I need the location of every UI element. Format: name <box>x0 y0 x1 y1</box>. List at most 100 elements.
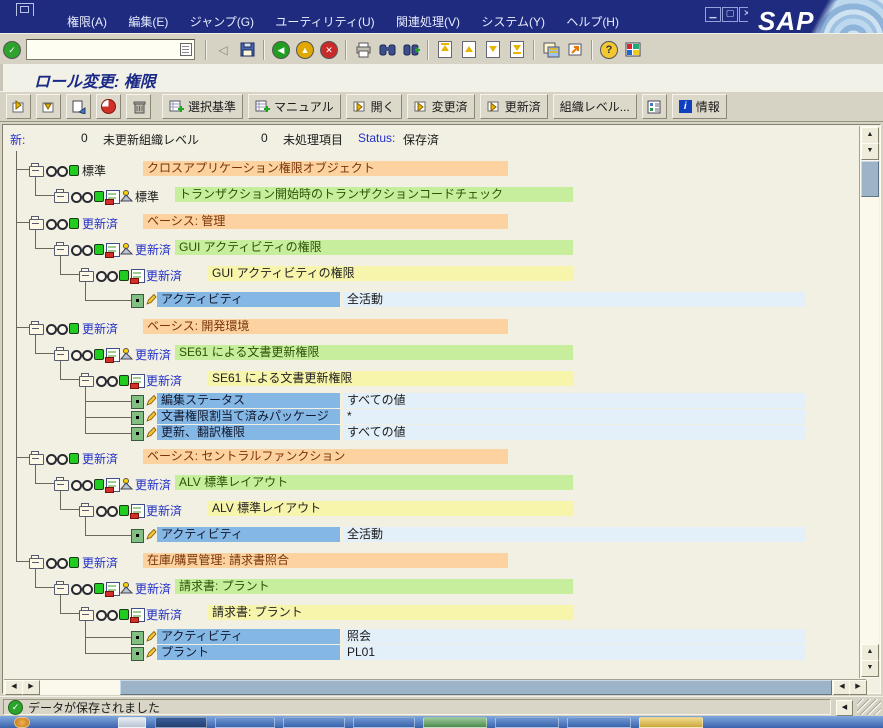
next-page-icon[interactable] <box>482 39 504 61</box>
edit-pencil-icon[interactable] <box>145 394 157 410</box>
scroll-left-icon[interactable]: ◀ <box>5 680 23 695</box>
selection-criteria-button[interactable]: 選択基準 <box>162 94 243 119</box>
scroll-right-icon[interactable]: ▶ <box>22 680 40 695</box>
delete-button[interactable] <box>126 94 151 119</box>
scroll-up-icon[interactable]: ▲ <box>861 644 879 661</box>
folder-icon[interactable] <box>54 584 69 595</box>
horizontal-scrollbar[interactable]: ◀ ▶ ◀ ▶ <box>4 679 866 695</box>
last-page-icon[interactable] <box>506 39 528 61</box>
folder-icon[interactable] <box>54 245 69 256</box>
scroll-down-icon[interactable]: ▼ <box>861 660 879 677</box>
status-legend-icon[interactable] <box>96 94 121 119</box>
edit-pencil-icon[interactable] <box>145 426 157 442</box>
menu-utilities[interactable]: ユーティリティ(U) <box>266 13 383 30</box>
row-label[interactable]: トランザクション開始時のトランザクションコードチェック <box>175 187 573 202</box>
new-session-icon[interactable] <box>540 39 562 61</box>
folder-icon[interactable] <box>54 192 69 203</box>
menu-authorization[interactable]: 権限(A) <box>58 13 116 30</box>
folder-icon[interactable] <box>29 558 44 569</box>
row-label[interactable]: ベーシス: 管理 <box>143 214 508 229</box>
field-value[interactable]: * <box>343 409 805 424</box>
information-button[interactable]: i 情報 <box>672 94 727 119</box>
folder-icon[interactable] <box>29 219 44 230</box>
menu-environment[interactable]: 関連処理(V) <box>387 13 469 30</box>
field-name[interactable]: アクティビティ <box>157 292 340 307</box>
command-input[interactable] <box>26 39 195 60</box>
edit-pencil-icon[interactable] <box>145 630 157 646</box>
field-name[interactable]: プラント <box>157 645 340 660</box>
edit-pencil-icon[interactable] <box>145 293 157 309</box>
menu-help[interactable]: ヘルプ(H) <box>557 13 628 30</box>
folder-icon[interactable] <box>29 324 44 335</box>
row-label[interactable]: SE61 による文書更新権限 <box>175 345 573 360</box>
folder-icon[interactable] <box>79 376 94 387</box>
start-button[interactable] <box>14 717 30 728</box>
field-value[interactable]: PL01 <box>343 645 805 660</box>
field-value[interactable]: すべての値 <box>343 393 805 408</box>
folder-icon[interactable] <box>54 350 69 361</box>
field-value[interactable]: 全活動 <box>343 292 805 307</box>
help-icon[interactable]: ? <box>598 39 620 61</box>
field-name[interactable]: 文書権限割当て済みパッケージ <box>157 409 340 424</box>
menu-edit[interactable]: 編集(E) <box>119 13 177 30</box>
row-label[interactable]: ベーシス: 開発環境 <box>143 319 508 334</box>
taskbar-button[interactable] <box>567 717 631 728</box>
back-step-icon[interactable]: ◁ <box>212 39 234 61</box>
folder-icon[interactable] <box>29 166 44 177</box>
folder-icon[interactable] <box>79 506 94 517</box>
taskbar-button[interactable] <box>155 717 207 728</box>
vertical-scrollbar[interactable]: ▲ ▼ ▲ ▼ <box>859 126 879 678</box>
command-memory-icon[interactable] <box>180 43 192 56</box>
session-icon[interactable] <box>16 3 34 16</box>
field-name[interactable]: 更新、翻訳権限 <box>157 425 340 440</box>
status-message-field[interactable]: ✓ データが保存されました <box>3 699 831 715</box>
row-label[interactable]: クロスアプリケーション権限オブジェクト <box>143 161 508 176</box>
hscroll-thumb[interactable] <box>120 680 832 695</box>
print-icon[interactable] <box>352 39 374 61</box>
taskbar-button[interactable] <box>423 717 487 728</box>
taskbar-button[interactable] <box>639 717 703 728</box>
create-shortcut-icon[interactable] <box>564 39 586 61</box>
org-levels-button[interactable]: 組織レベル... <box>553 94 637 119</box>
folder-icon[interactable] <box>79 271 94 282</box>
menu-system[interactable]: システム(Y) <box>472 13 554 30</box>
scroll-up-icon[interactable]: ▲ <box>861 127 879 144</box>
resize-grip[interactable] <box>857 699 881 715</box>
back-icon[interactable]: ◀ <box>270 39 292 61</box>
taskbar-button[interactable] <box>118 717 146 728</box>
statusbar-collapse-icon[interactable]: ◀ <box>836 700 853 716</box>
folder-icon[interactable] <box>29 454 44 465</box>
cancel-icon[interactable]: ✕ <box>318 39 340 61</box>
edit-pencil-icon[interactable] <box>145 410 157 426</box>
field-value[interactable]: 照会 <box>343 629 805 644</box>
folder-icon[interactable] <box>79 610 94 621</box>
maintained-button[interactable]: 更新済 <box>480 94 548 119</box>
row-label[interactable]: GUI アクティビティの権限 <box>175 240 573 255</box>
customize-layout-icon[interactable] <box>622 39 644 61</box>
collapse-all-button[interactable] <box>36 94 61 119</box>
minimize-icon[interactable]: ▁ <box>705 7 721 22</box>
previous-page-icon[interactable] <box>458 39 480 61</box>
row-label[interactable]: ベーシス: セントラルファンクション <box>143 449 508 464</box>
enter-icon[interactable]: ✓ <box>1 39 23 61</box>
exit-icon[interactable]: ▲ <box>294 39 316 61</box>
field-value[interactable]: 全活動 <box>343 527 805 542</box>
save-icon[interactable] <box>236 39 258 61</box>
menu-goto[interactable]: ジャンプ(G) <box>181 13 263 30</box>
row-label[interactable]: SE61 による文書更新権限 <box>208 371 573 386</box>
scroll-down-icon[interactable]: ▼ <box>861 143 879 160</box>
vscroll-thumb[interactable] <box>861 161 879 197</box>
row-label[interactable]: ALV 標準レイアウト <box>175 475 573 490</box>
field-name[interactable]: アクティビティ <box>157 629 340 644</box>
row-label[interactable]: 在庫/購買管理: 請求書照合 <box>143 553 508 568</box>
copy-view-button[interactable] <box>66 94 91 119</box>
row-label[interactable]: ALV 標準レイアウト <box>208 501 573 516</box>
first-page-icon[interactable] <box>434 39 456 61</box>
taskbar-button[interactable] <box>283 717 345 728</box>
scroll-right-icon[interactable]: ▶ <box>849 680 867 695</box>
row-label[interactable]: 請求書: プラント <box>175 579 573 594</box>
open-button[interactable]: 開く <box>346 94 402 119</box>
edit-pencil-icon[interactable] <box>145 528 157 544</box>
field-name[interactable]: 編集ステータス <box>157 393 340 408</box>
taskbar-button[interactable] <box>495 717 559 728</box>
